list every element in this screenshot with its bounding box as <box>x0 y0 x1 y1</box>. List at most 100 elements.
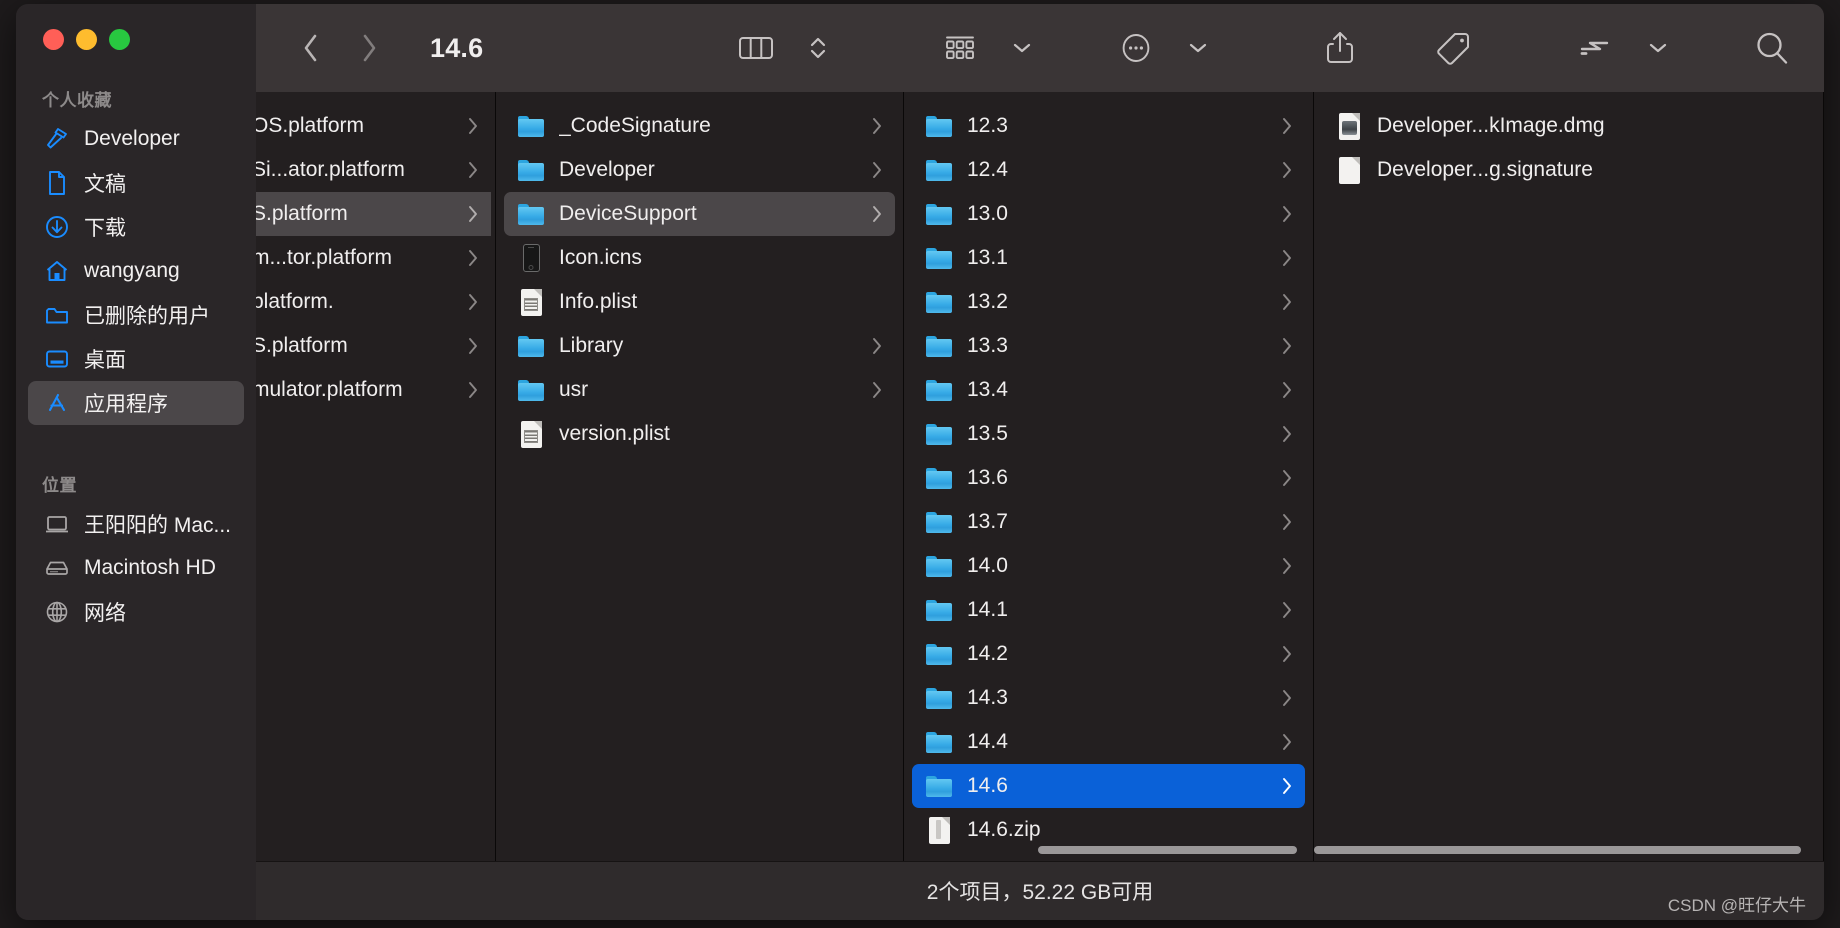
list-item[interactable]: version.plist <box>504 412 895 456</box>
minimize-button[interactable] <box>76 29 97 50</box>
sidebar-item-deleted-users[interactable]: 已删除的用户 <box>28 293 244 337</box>
list-item-selected-active[interactable]: 14.6 <box>912 764 1305 808</box>
list-item[interactable]: Developer...g.signature <box>1322 148 1815 192</box>
folder-icon <box>42 303 72 327</box>
item-name: 14.2 <box>967 642 1271 666</box>
sidebar-item-developer[interactable]: Developer <box>28 117 244 161</box>
list-item[interactable]: 13.5 <box>912 412 1305 456</box>
list-item[interactable]: _CodeSignature <box>504 104 895 148</box>
list-item[interactable]: Info.plist <box>504 280 895 324</box>
item-name: Icon.icns <box>559 246 885 270</box>
list-item[interactable]: 13.3 <box>912 324 1305 368</box>
item-name: _CodeSignature <box>559 114 861 138</box>
view-mode-control[interactable] <box>730 26 844 70</box>
back-button[interactable] <box>298 31 324 65</box>
sidebar-item-documents[interactable]: 文稿 <box>28 161 244 205</box>
list-item[interactable]: 13.4 <box>912 368 1305 412</box>
horizontal-scrollbar[interactable] <box>1038 846 1297 854</box>
list-item[interactable]: 14.3 <box>912 676 1305 720</box>
list-item[interactable]: 13.1 <box>912 236 1305 280</box>
list-item[interactable]: mulator.platform <box>256 368 491 412</box>
forward-button[interactable] <box>356 31 382 65</box>
sidebar-item-network[interactable]: 网络 <box>28 590 244 634</box>
chevron-right-icon <box>465 334 481 358</box>
list-item[interactable]: 14.0 <box>912 544 1305 588</box>
sidebar-item-mac[interactable]: 王阳阳的 Mac... <box>28 502 244 546</box>
folder-icon <box>924 155 954 185</box>
sidebar-item-label: 已删除的用户 <box>84 300 210 330</box>
sidebar-item-label: wangyang <box>84 259 180 283</box>
chevron-down-icon[interactable] <box>996 26 1048 70</box>
list-item-selected[interactable]: S.platform <box>256 192 491 236</box>
chevron-down-icon[interactable] <box>1632 26 1684 70</box>
column-platform-contents[interactable]: _CodeSignature Developer <box>496 92 904 861</box>
edit-tags-icon[interactable] <box>1570 26 1622 70</box>
folder-icon <box>924 419 954 449</box>
list-item[interactable]: .platform <box>256 280 491 324</box>
list-item[interactable]: OS.platform <box>256 104 491 148</box>
column-14-6-contents[interactable]: Developer...kImage.dmg Developer...g.sig… <box>1314 92 1824 861</box>
column-browser: OS.platform Si...ator.platform S.platfor… <box>256 92 1824 861</box>
list-item[interactable]: Si...ator.platform <box>256 148 491 192</box>
share-icon[interactable] <box>1314 26 1366 70</box>
group-by-icon[interactable] <box>934 26 986 70</box>
hammer-icon <box>42 126 72 152</box>
maximize-button[interactable] <box>109 29 130 50</box>
list-item[interactable]: Developer...kImage.dmg <box>1322 104 1815 148</box>
list-item[interactable]: 13.0 <box>912 192 1305 236</box>
list-item[interactable]: Developer <box>504 148 895 192</box>
item-name: 13.3 <box>967 334 1271 358</box>
item-name: 14.3 <box>967 686 1271 710</box>
folder-icon <box>924 463 954 493</box>
laptop-icon <box>42 513 72 535</box>
item-name: 13.7 <box>967 510 1271 534</box>
list-item[interactable]: 14.1 <box>912 588 1305 632</box>
chevron-down-icon[interactable] <box>1172 26 1224 70</box>
chevron-right-icon <box>465 158 481 182</box>
folder-icon <box>924 639 954 669</box>
tag-icon[interactable] <box>1428 26 1480 70</box>
column-view-icon[interactable] <box>730 26 782 70</box>
list-item[interactable]: Library <box>504 324 895 368</box>
sidebar-item-macintosh-hd[interactable]: Macintosh HD <box>28 546 244 590</box>
close-button[interactable] <box>43 29 64 50</box>
item-name: Info.plist <box>559 290 885 314</box>
sidebar-item-label: 网络 <box>84 597 126 627</box>
list-item[interactable]: usr <box>504 368 895 412</box>
edit-tags-control[interactable] <box>1570 26 1684 70</box>
item-name: 12.3 <box>967 114 1271 138</box>
list-item[interactable]: Icon.icns <box>504 236 895 280</box>
column-platforms[interactable]: OS.platform Si...ator.platform S.platfor… <box>256 92 496 861</box>
list-item-selected[interactable]: DeviceSupport <box>504 192 895 236</box>
chevron-right-icon <box>465 290 481 314</box>
folder-icon <box>924 683 954 713</box>
list-item[interactable]: 13.2 <box>912 280 1305 324</box>
search-icon[interactable] <box>1746 26 1798 70</box>
list-item[interactable]: 13.7 <box>912 500 1305 544</box>
folder-icon <box>924 551 954 581</box>
chevron-right-icon <box>1279 378 1295 402</box>
more-actions-control[interactable] <box>1110 26 1224 70</box>
zip-file-icon <box>924 815 954 845</box>
list-item[interactable]: m...tor.platform <box>256 236 491 280</box>
folder-icon <box>924 595 954 625</box>
group-by-control[interactable] <box>934 26 1048 70</box>
sidebar-item-applications[interactable]: 应用程序 <box>28 381 244 425</box>
folder-icon <box>924 287 954 317</box>
more-icon[interactable] <box>1110 26 1162 70</box>
sidebar-item-desktop[interactable]: 桌面 <box>28 337 244 381</box>
column-device-support-versions[interactable]: 12.3 12.4 13.0 <box>904 92 1314 861</box>
watermark: CSDN @旺仔大牛 <box>1668 891 1806 916</box>
list-item[interactable]: 12.3 <box>912 104 1305 148</box>
item-name: DeviceSupport <box>559 202 861 226</box>
list-item[interactable]: 13.6 <box>912 456 1305 500</box>
list-item[interactable]: 14.4 <box>912 720 1305 764</box>
sidebar-item-downloads[interactable]: 下载 <box>28 205 244 249</box>
item-name: Library <box>559 334 861 358</box>
list-item[interactable]: S.platform <box>256 324 491 368</box>
horizontal-scrollbar[interactable] <box>1314 846 1801 854</box>
list-item[interactable]: 12.4 <box>912 148 1305 192</box>
view-stepper-icon[interactable] <box>792 26 844 70</box>
sidebar-item-home[interactable]: wangyang <box>28 249 244 293</box>
list-item[interactable]: 14.2 <box>912 632 1305 676</box>
